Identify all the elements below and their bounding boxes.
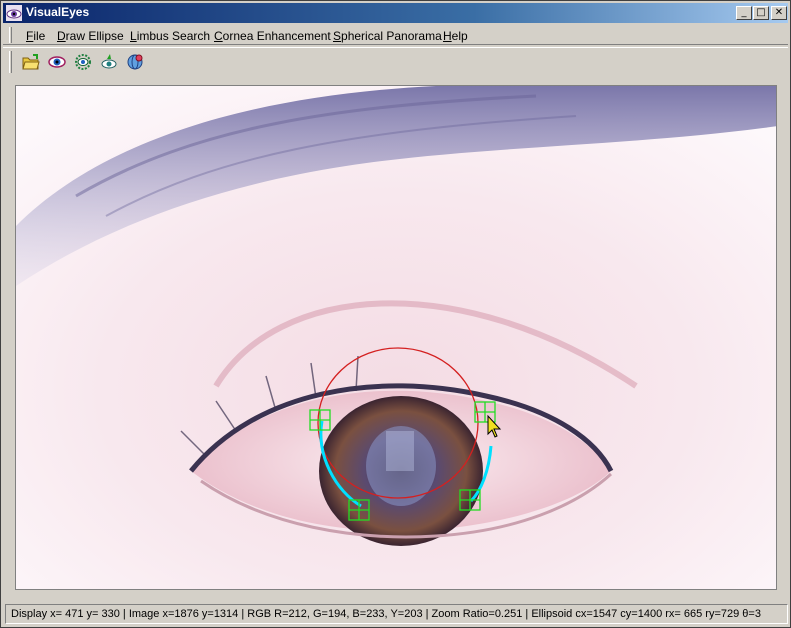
minimize-button[interactable]: _ xyxy=(736,6,752,20)
app-eye-icon xyxy=(6,5,22,21)
open-folder-icon[interactable] xyxy=(22,53,40,71)
menu-limbus-search[interactable]: Limbus Search xyxy=(130,29,210,43)
toolbar xyxy=(3,47,788,75)
menu-spherical-panorama-label: pherical Panorama xyxy=(341,29,442,43)
menu-file[interactable]: File xyxy=(26,29,45,43)
status-bar: Display x= 471 y= 330 | Image x=1876 y=1… xyxy=(5,604,788,624)
menu-help-accel: H xyxy=(443,29,452,43)
maximize-button[interactable]: □ xyxy=(753,6,769,20)
menu-cornea-enhancement-label: ornea Enhancement xyxy=(222,29,331,43)
window-title: VisualEyes xyxy=(26,5,90,19)
image-viewport[interactable] xyxy=(15,85,777,590)
menu-draw-ellipse[interactable]: Draw Ellipse xyxy=(57,29,124,43)
reflection-window xyxy=(386,431,414,471)
menu-cornea-enhancement-accel: C xyxy=(214,29,223,43)
globe-eye-icon[interactable] xyxy=(126,53,144,71)
menu-limbus-search-accel: L xyxy=(130,29,137,43)
status-text: Display x= 471 y= 330 | Image x=1876 y=1… xyxy=(11,608,761,620)
toolbar-grip[interactable] xyxy=(9,51,12,73)
menu-spherical-panorama[interactable]: Spherical Panorama xyxy=(333,29,442,43)
menubar-grip[interactable] xyxy=(9,27,12,43)
app-window: VisualEyes _ □ ✕ File Draw Ellipse Limbu… xyxy=(0,0,791,628)
gear-eye-icon[interactable] xyxy=(74,53,92,71)
eye-image[interactable] xyxy=(16,86,777,590)
menu-help[interactable]: Help xyxy=(443,29,468,43)
menu-help-label: elp xyxy=(451,29,468,43)
menu-cornea-enhancement[interactable]: Cornea Enhancement xyxy=(214,29,331,43)
eye-arrow-icon[interactable] xyxy=(100,53,118,71)
eye-icon[interactable] xyxy=(48,53,66,71)
menu-file-label: ile xyxy=(33,29,46,43)
menu-draw-ellipse-label: raw Ellipse xyxy=(65,29,124,43)
menu-limbus-search-label: imbus Search xyxy=(136,29,211,43)
close-button[interactable]: ✕ xyxy=(771,6,787,20)
menu-draw-ellipse-accel: D xyxy=(57,29,66,43)
menu-bar: File Draw Ellipse Limbus Search Cornea E… xyxy=(3,25,788,45)
menu-spherical-panorama-accel: S xyxy=(333,29,342,43)
title-bar[interactable]: VisualEyes _ □ ✕ xyxy=(3,3,788,23)
